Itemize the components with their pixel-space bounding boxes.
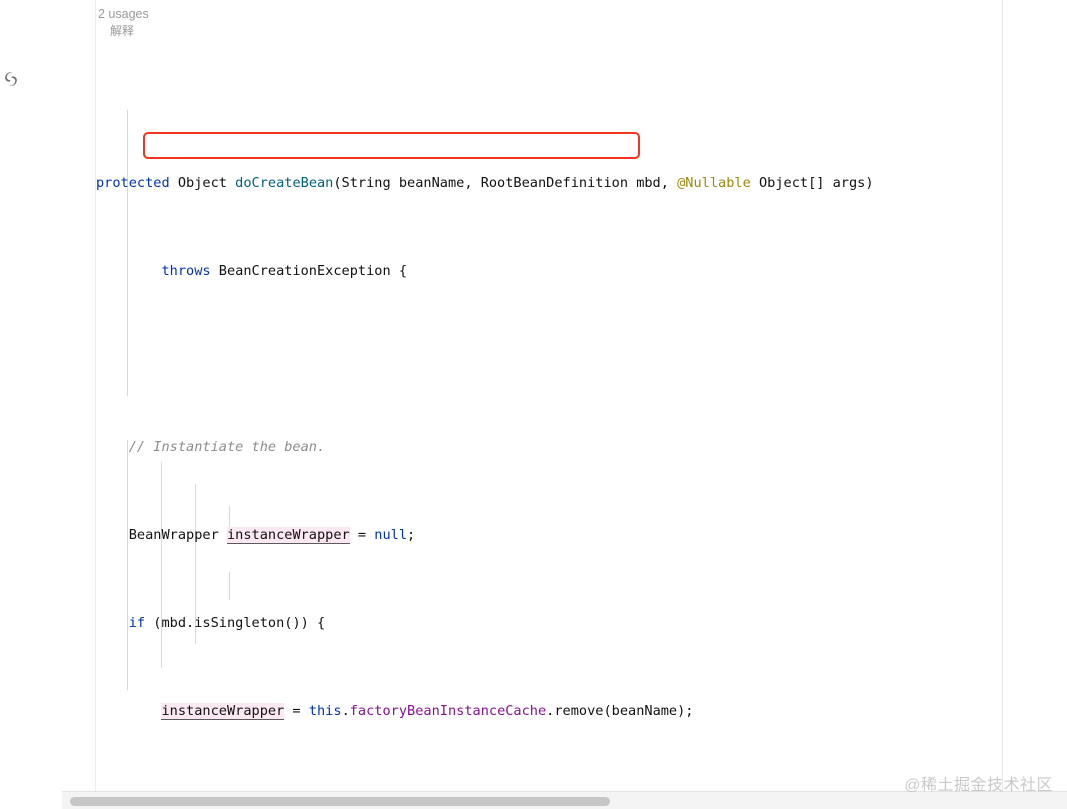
code-line: protected Object doCreateBean(String bea…: [96, 172, 1002, 194]
ide-editor-window: 2 usages 解释 protected Object doCreateBea…: [0, 0, 1067, 809]
code-line: if (mbd.isSingleton()) {: [96, 612, 1002, 634]
token-keyword: if: [128, 615, 146, 631]
token-text: BeanCreationException {: [210, 263, 408, 279]
code-line: BeanWrapper instanceWrapper = null;: [96, 524, 1002, 546]
token-identifier-write[interactable]: instanceWrapper: [226, 527, 350, 544]
token-text: Object: [169, 175, 236, 191]
token-annotation: @Nullable: [677, 175, 751, 191]
token-text: ;: [407, 527, 416, 543]
token-text: =: [349, 527, 375, 543]
token-text: .remove(beanName);: [546, 703, 694, 719]
code-line: // Instantiate the bean.: [96, 436, 1002, 458]
line-number-gutter: [62, 0, 96, 795]
token-field: factoryBeanInstanceCache: [349, 703, 547, 719]
token-text: (String beanName, RootBeanDefinition mbd…: [333, 175, 678, 191]
token-keyword: protected: [96, 175, 170, 191]
watermark-text: @稀土掘金技术社区: [904, 777, 1053, 794]
spring-bean-icon[interactable]: [2, 70, 20, 88]
code-editor-area[interactable]: 2 usages 解释 protected Object doCreateBea…: [96, 0, 1002, 791]
horizontal-scrollbar-thumb[interactable]: [70, 797, 610, 806]
token-identifier-write[interactable]: instanceWrapper: [161, 703, 285, 720]
editor-gutter[interactable]: [0, 0, 63, 795]
token-keyword: null: [374, 527, 408, 543]
token-text: =: [284, 703, 309, 719]
token-text: .: [341, 703, 350, 719]
usages-inlay-hint[interactable]: 2 usages: [96, 6, 1002, 23]
token-keyword: throws: [161, 263, 211, 279]
right-side-panel: [1003, 0, 1067, 795]
token-comment: // Instantiate the bean.: [128, 439, 326, 455]
annotation-red-box: [143, 132, 640, 159]
token-text: BeanWrapper: [128, 527, 227, 543]
token-keyword: this: [308, 703, 342, 719]
code-block[interactable]: protected Object doCreateBean(String bea…: [96, 40, 1002, 791]
token-text: (mbd.isSingleton()) {: [145, 615, 326, 631]
token-text: Object[] args): [750, 175, 874, 191]
explain-inlay-hint[interactable]: 解释: [96, 23, 1002, 40]
code-line: throws BeanCreationException {: [96, 260, 1002, 282]
token-method-name: doCreateBean: [235, 175, 334, 191]
code-line: instanceWrapper = this.factoryBeanInstan…: [96, 700, 1002, 722]
